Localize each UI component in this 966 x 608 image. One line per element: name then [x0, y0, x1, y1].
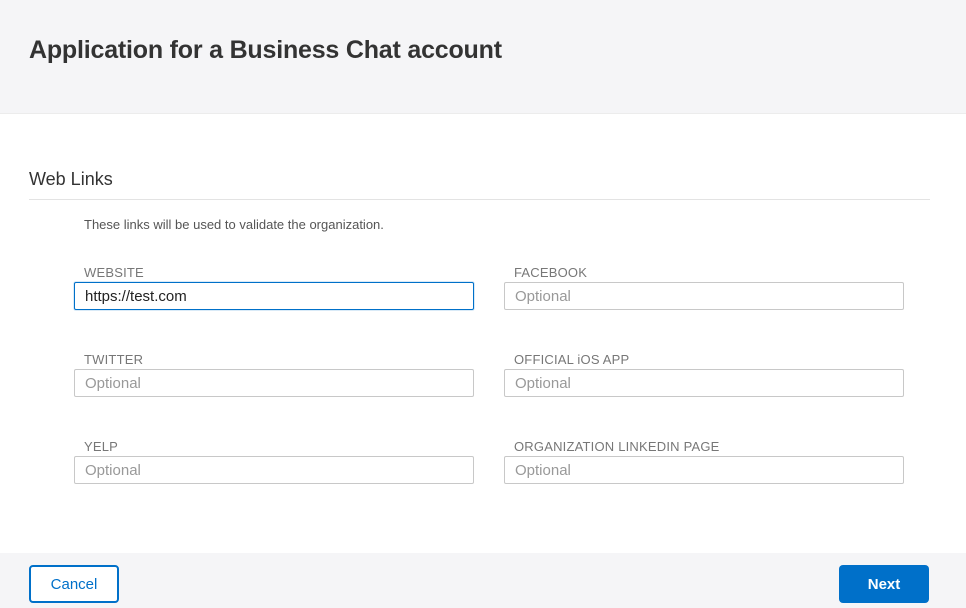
- linkedin-label: ORGANIZATION LINKEDIN PAGE: [514, 439, 720, 454]
- cancel-button[interactable]: Cancel: [29, 565, 119, 603]
- twitter-label: TWITTER: [84, 352, 144, 367]
- section-divider: [29, 199, 930, 200]
- ios-app-field[interactable]: [504, 369, 904, 397]
- facebook-field[interactable]: [504, 282, 904, 310]
- linkedin-field[interactable]: [504, 456, 904, 484]
- section-title: Web Links: [29, 169, 113, 189]
- page-footer: [0, 553, 966, 608]
- yelp-field[interactable]: [74, 456, 474, 484]
- ios-app-label: OFFICIAL iOS APP: [514, 352, 630, 367]
- page-header: Application for a Business Chat account: [0, 0, 966, 114]
- website-label: WEBSITE: [84, 265, 144, 280]
- twitter-field[interactable]: [74, 369, 474, 397]
- page-title: Application for a Business Chat account: [29, 36, 502, 64]
- yelp-label: YELP: [84, 439, 119, 454]
- website-field[interactable]: [74, 282, 474, 310]
- next-button[interactable]: Next: [839, 565, 929, 603]
- section-description: These links will be used to validate the…: [84, 217, 384, 232]
- facebook-label: FACEBOOK: [514, 265, 588, 280]
